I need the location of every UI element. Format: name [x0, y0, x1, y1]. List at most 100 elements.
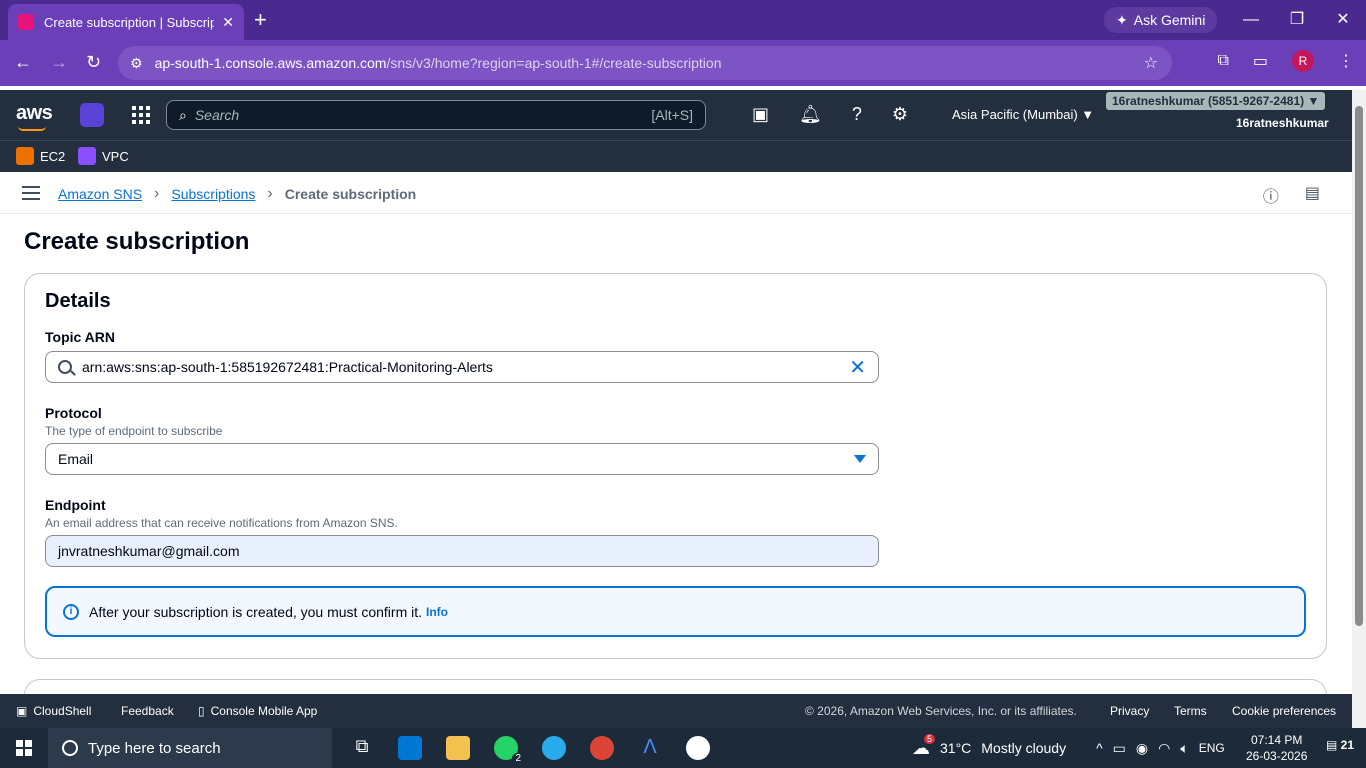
- breadcrumb-amazon-sns[interactable]: Amazon SNS: [58, 186, 142, 202]
- extensions-icon[interactable]: ⧉: [1217, 52, 1228, 70]
- help-icon[interactable]: ?: [852, 104, 862, 125]
- breadcrumb-current: Create subscription: [284, 186, 417, 202]
- privacy-label: Privacy: [1110, 704, 1150, 718]
- caret-down-icon: [854, 455, 866, 463]
- ask-gemini-label: Ask Gemini: [1133, 12, 1206, 28]
- taskbar-search-placeholder: Type here to search: [88, 739, 221, 757]
- battery-icon[interactable]: ▭: [1113, 740, 1126, 757]
- favorite-ec2[interactable]: EC2: [16, 147, 65, 165]
- favorites-bar: EC2 VPC: [0, 140, 1352, 172]
- breadcrumb: Amazon SNS › Subscriptions › Create subs…: [58, 185, 416, 203]
- settings-gear-icon[interactable]: ⚙: [892, 104, 908, 125]
- temperature[interactable]: 31°C: [940, 740, 971, 756]
- speaker-muted-icon[interactable]: 🔈︎: [1180, 740, 1188, 757]
- mobile-app-link[interactable]: ▯ Console Mobile App: [198, 704, 317, 718]
- chevron-right-icon: ›: [154, 185, 160, 202]
- cloudshell-label: CloudShell: [33, 704, 92, 718]
- amazon-q-icon[interactable]: [80, 103, 104, 127]
- cloudshell-icon: ▣: [16, 704, 28, 718]
- code-editor-icon[interactable]: Λ: [638, 736, 662, 760]
- weather-cloud-icon[interactable]: ☁ 5: [912, 733, 936, 759]
- taskbar-apps: ⧉ 2 Λ: [350, 736, 710, 764]
- restore-icon[interactable]: ❐: [1274, 0, 1320, 40]
- region-selector[interactable]: Asia Pacific (Mumbai) ▼: [952, 107, 1094, 122]
- feedback-label: Feedback: [121, 704, 174, 718]
- cloudshell-icon[interactable]: ▣: [752, 104, 769, 125]
- protocol-select[interactable]: Email: [45, 443, 879, 475]
- side-nav-menu-icon[interactable]: [22, 186, 40, 200]
- cloudshell-button[interactable]: ▣ CloudShell: [16, 704, 91, 718]
- whatsapp-icon[interactable]: 2: [494, 736, 524, 764]
- clear-icon[interactable]: ✕: [849, 355, 866, 380]
- protocol-description: The type of endpoint to subscribe: [45, 424, 223, 438]
- info-panel-icon[interactable]: ⓘ: [1263, 183, 1279, 207]
- back-icon[interactable]: ←: [14, 52, 32, 73]
- store-icon[interactable]: [398, 736, 422, 760]
- show-hidden-icons-icon[interactable]: ^: [1096, 740, 1103, 756]
- browser-tabbar: Create subscription | Subscriptio ✕ + ✦ …: [0, 0, 1366, 40]
- windows-start-icon[interactable]: [16, 740, 32, 756]
- address-bar[interactable]: ⚙ ap-south-1.console.aws.amazon.com/sns/…: [118, 46, 1172, 80]
- input-language[interactable]: ENG: [1199, 741, 1225, 755]
- cast-icon[interactable]: ▭: [1253, 51, 1268, 71]
- taskbar-clock[interactable]: 07:14 PM 26-03-2026: [1246, 732, 1307, 764]
- services-grid-icon[interactable]: [132, 106, 150, 124]
- aws-top-nav: aws ⌕ Search [Alt+S] ▣ 🔔︎ ? ⚙ Asia Pacif…: [0, 90, 1352, 140]
- file-explorer-icon[interactable]: [446, 736, 470, 760]
- terms-link[interactable]: Terms: [1174, 704, 1207, 718]
- menu-kebab-icon[interactable]: ⋮: [1338, 51, 1354, 71]
- weather-condition[interactable]: Mostly cloudy: [981, 740, 1066, 756]
- info-link[interactable]: Info: [426, 605, 448, 619]
- telegram-icon[interactable]: [542, 736, 566, 760]
- topic-arn-input[interactable]: arn:aws:sns:ap-south-1:585192672481:Prac…: [45, 351, 879, 383]
- minimize-icon[interactable]: —: [1228, 0, 1274, 40]
- chrome-icon[interactable]: [590, 736, 614, 760]
- forward-icon[interactable]: →: [50, 52, 68, 73]
- close-window-icon[interactable]: ✕: [1320, 0, 1366, 40]
- breadcrumb-subscriptions[interactable]: Subscriptions: [171, 186, 255, 202]
- taskbar-search-input[interactable]: Type here to search: [48, 728, 332, 768]
- task-view-icon[interactable]: ⧉: [350, 736, 374, 760]
- endpoint-description: An email address that can receive notifi…: [45, 516, 398, 530]
- vpc-icon: [78, 147, 96, 165]
- terms-label: Terms: [1174, 704, 1207, 718]
- profile-avatar[interactable]: R: [1292, 50, 1314, 72]
- feedback-link[interactable]: Feedback: [121, 704, 174, 718]
- new-tab-button[interactable]: +: [254, 8, 267, 32]
- favorite-label: VPC: [102, 148, 129, 164]
- endpoint-label: Endpoint: [45, 497, 106, 513]
- account-menu[interactable]: 16ratneshkumar (5851-9267-2481) ▼: [1106, 92, 1326, 110]
- site-info-icon[interactable]: ⚙: [130, 55, 143, 72]
- details-container: Details Topic ARN arn:aws:sns:ap-south-1…: [24, 273, 1327, 659]
- notifications-icon[interactable]: ▤ 21: [1326, 738, 1354, 752]
- wifi-icon[interactable]: ◠: [1158, 740, 1170, 757]
- notifications-bell-icon[interactable]: 🔔︎: [799, 104, 822, 125]
- page-scrollbar[interactable]: [1352, 90, 1366, 728]
- privacy-link[interactable]: Privacy: [1110, 704, 1149, 718]
- copyright-text: © 2026, Amazon Web Services, Inc. or its…: [805, 704, 1077, 718]
- info-icon: i: [63, 603, 79, 620]
- sns-favicon-icon: [18, 14, 34, 30]
- confirm-alert: i After your subscription is created, yo…: [45, 586, 1306, 637]
- user-name[interactable]: 16ratneshkumar: [1236, 116, 1329, 130]
- details-heading: Details: [45, 290, 111, 312]
- reload-icon[interactable]: ↻: [86, 52, 101, 73]
- close-tab-icon[interactable]: ✕: [222, 14, 234, 31]
- browser-tab[interactable]: Create subscription | Subscriptio ✕: [8, 4, 244, 40]
- endpoint-input[interactable]: jnvratneshkumar@gmail.com: [45, 535, 879, 567]
- gemini-sparkle-icon: ✦: [1116, 11, 1128, 28]
- breadcrumb-bar: Amazon SNS › Subscriptions › Create subs…: [0, 172, 1352, 214]
- aws-search-input[interactable]: ⌕ Search [Alt+S]: [166, 100, 706, 130]
- bookmark-star-icon[interactable]: ☆: [1144, 53, 1158, 73]
- scrollbar-thumb[interactable]: [1355, 106, 1363, 626]
- feedback-panel-icon[interactable]: ▤: [1305, 183, 1320, 207]
- window-controls: — ❐ ✕: [1228, 0, 1366, 40]
- clock-time: 07:14 PM: [1251, 733, 1303, 747]
- cookie-preferences-link[interactable]: Cookie preferences: [1232, 704, 1336, 718]
- ask-gemini-button[interactable]: ✦ Ask Gemini: [1104, 7, 1218, 33]
- aws-logo[interactable]: aws: [16, 102, 53, 131]
- ec2-icon: [16, 147, 34, 165]
- favorite-vpc[interactable]: VPC: [78, 147, 129, 165]
- camera-icon[interactable]: ◉: [1136, 740, 1148, 757]
- app-mascot-icon[interactable]: [686, 736, 710, 760]
